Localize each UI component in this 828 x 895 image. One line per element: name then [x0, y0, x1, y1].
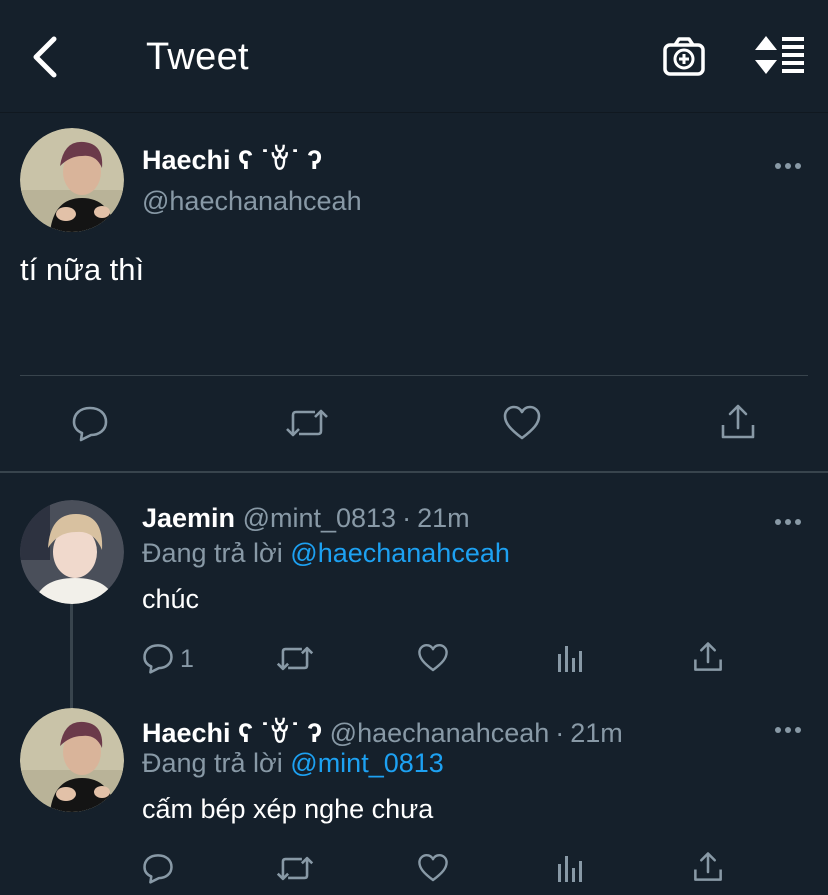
analytics-icon[interactable] [556, 642, 586, 674]
divider [0, 471, 828, 473]
author-name[interactable]: Haechi ʕ ˙ꈊ˙ ʔ [142, 140, 322, 176]
retweet-icon[interactable] [276, 643, 314, 674]
avatar[interactable] [20, 500, 124, 604]
reply-meta: Jaemin @mint_0813 · 21m [142, 503, 470, 534]
like-icon[interactable] [417, 853, 449, 883]
mention-link[interactable]: @mint_0813 [290, 748, 444, 778]
replying-prefix: Đang trả lời [142, 748, 283, 778]
replying-prefix: Đang trả lời [142, 538, 283, 568]
author-handle[interactable]: @mint_0813 [243, 503, 397, 533]
more-dots-icon[interactable] [774, 514, 802, 525]
avatar[interactable] [20, 128, 124, 232]
share-icon[interactable] [692, 641, 724, 673]
author-handle[interactable]: @haechanahceah [142, 186, 362, 217]
like-icon[interactable] [417, 643, 449, 673]
reply-count: 1 [180, 645, 194, 673]
reply-meta: Haechi ʕ ˙ꈊ˙ ʔ @haechanahceah · 21m [142, 713, 623, 749]
top-bar: Tweet [0, 0, 828, 113]
replying-to: Đang trả lời @mint_0813 [142, 748, 444, 779]
tweet-text: chúc [142, 584, 200, 614]
reply-icon[interactable] [71, 404, 109, 442]
author-handle[interactable]: @haechanahceah [330, 718, 550, 748]
separator-dot: · [402, 503, 412, 533]
reply-icon[interactable] [142, 642, 174, 674]
avatar[interactable] [20, 708, 124, 812]
page-title: Tweet [146, 36, 249, 78]
reply-icon[interactable] [142, 852, 174, 884]
retweet-icon[interactable] [285, 405, 329, 441]
replying-to: Đang trả lời @haechanahceah [142, 538, 510, 569]
more-dots-icon[interactable] [774, 722, 802, 733]
tweet-text: cấm bép xép nghe chưa [142, 794, 434, 824]
thread-connector [70, 604, 73, 708]
like-icon[interactable] [502, 405, 542, 441]
tweet-text: tí nữa thì [20, 252, 145, 287]
separator-dot: · [555, 718, 565, 748]
back-arrow-icon[interactable] [28, 36, 62, 78]
timestamp: 21m [570, 718, 623, 748]
sort-lines-icon[interactable] [752, 34, 806, 76]
analytics-icon[interactable] [556, 852, 586, 884]
more-dots-icon[interactable] [774, 158, 802, 169]
mention-link[interactable]: @haechanahceah [290, 538, 510, 568]
divider [20, 375, 808, 376]
share-icon[interactable] [692, 851, 724, 883]
author-name[interactable]: Jaemin [142, 503, 235, 533]
author-name[interactable]: Haechi ʕ ˙ꈊ˙ ʔ [142, 718, 322, 748]
share-icon[interactable] [719, 403, 757, 441]
timestamp: 21m [417, 503, 470, 533]
retweet-icon[interactable] [276, 853, 314, 884]
camera-plus-icon[interactable] [662, 36, 706, 78]
